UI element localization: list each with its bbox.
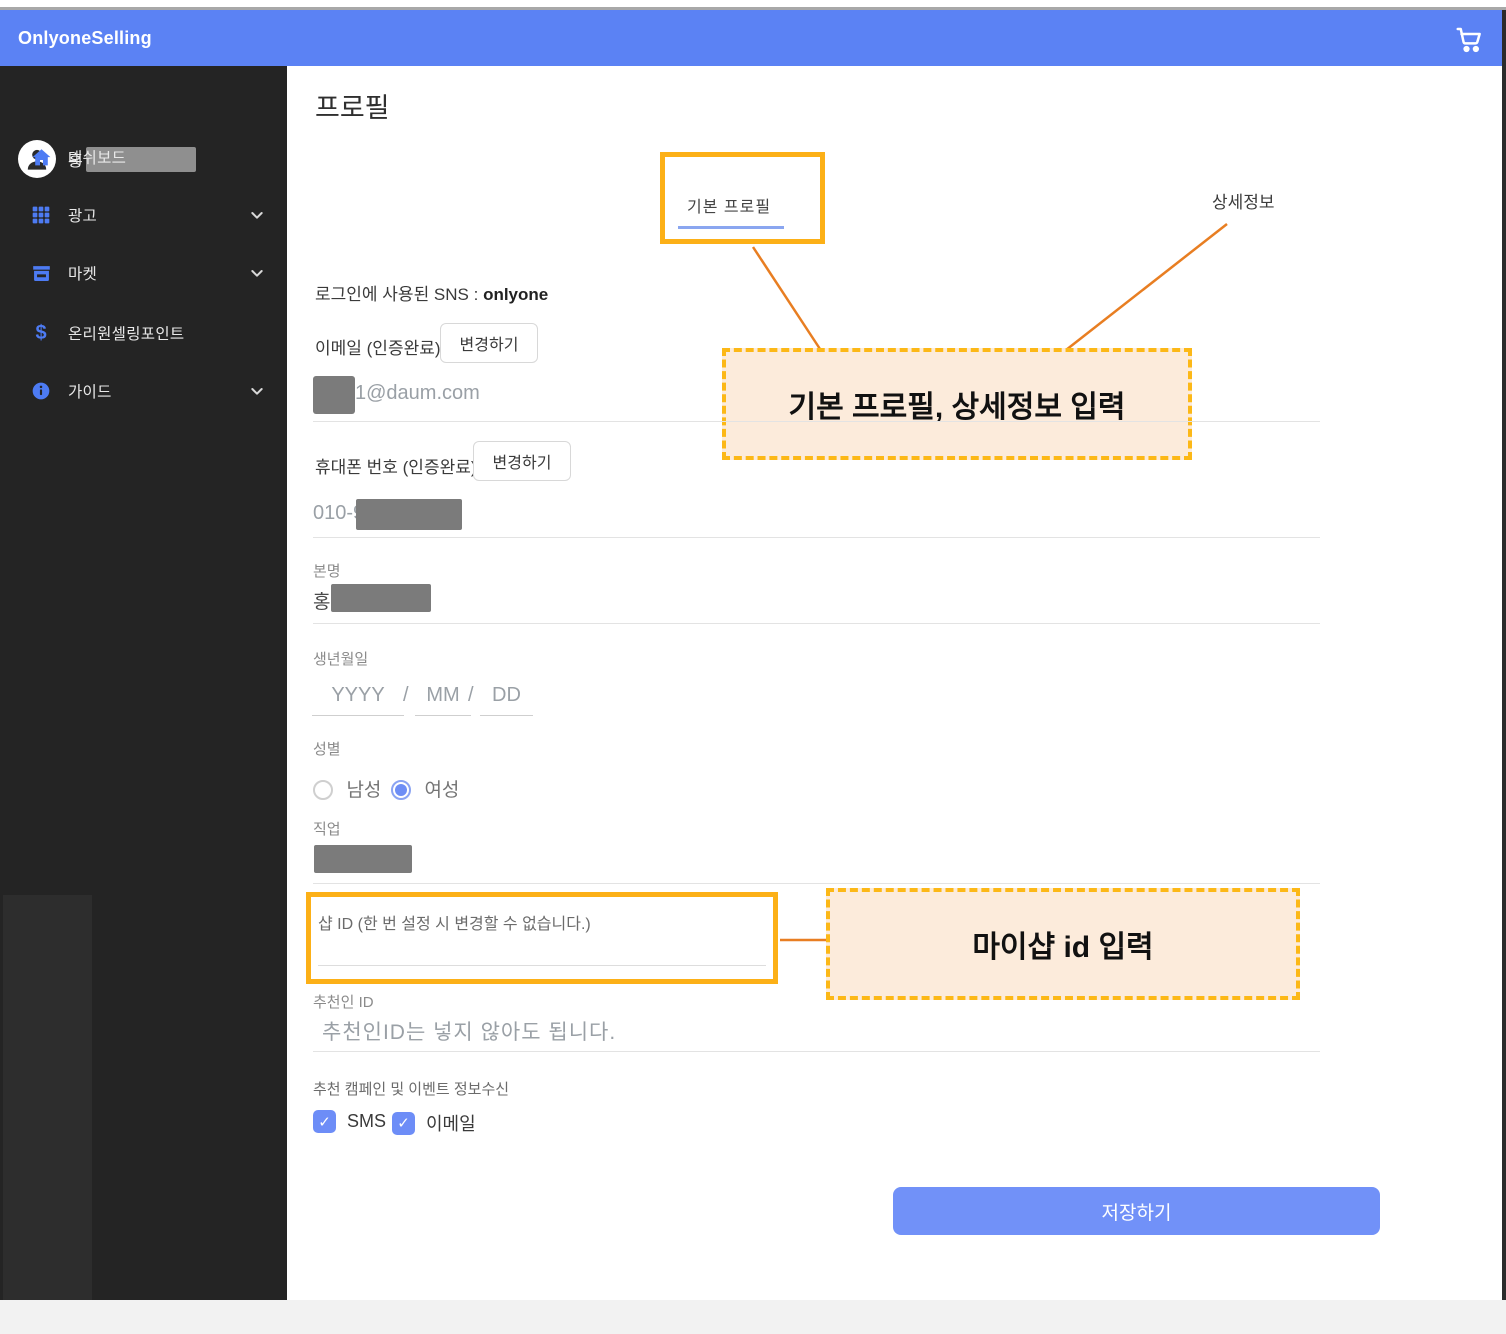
notify-option-sms[interactable]: ✓ SMS: [313, 1110, 386, 1133]
email-value: 1@daum.com: [355, 382, 480, 404]
birth-day-input[interactable]: DD: [480, 676, 533, 716]
gender-label: 성별: [313, 741, 341, 758]
tab-basic-profile[interactable]: 기본 프로필: [687, 193, 771, 217]
email-redaction: [313, 376, 355, 414]
referrer-label: 추천인 ID: [313, 994, 374, 1011]
notify-option-email[interactable]: ✓ 이메일: [392, 1110, 476, 1136]
tab-active-underline: [678, 226, 784, 229]
notify-label: 추천 캠페인 및 이벤트 정보수신: [313, 1081, 510, 1098]
job-input[interactable]: [313, 840, 1320, 884]
birth-year-input[interactable]: YYYY: [312, 676, 404, 716]
job-redaction: [314, 845, 412, 873]
sidebar-item-points[interactable]: $ 온리원셀링포인트: [0, 313, 287, 353]
sns-login-line: 로그인에 사용된 SNS : onlyone: [315, 285, 549, 304]
sidebar-item-guide[interactable]: 가이드: [0, 371, 287, 411]
store-icon: [30, 262, 52, 284]
chevron-down-icon: [251, 212, 263, 219]
gender-option-male[interactable]: 남성: [313, 775, 381, 805]
referrer-placeholder: 추천인ID는 넣지 않아도 됩니다.: [322, 1021, 617, 1044]
checkbox-checked-icon[interactable]: ✓: [313, 1110, 336, 1133]
shop-id-input[interactable]: 샵 ID (한 번 설정 시 변경할 수 없습니다.): [318, 900, 766, 966]
realname-value: 홍: [313, 592, 331, 613]
shop-id-placeholder: 샵 ID (한 번 설정 시 변경할 수 없습니다.): [318, 916, 591, 933]
home-icon: [30, 146, 52, 168]
window-bottom-strip: [0, 1300, 1506, 1334]
app-title: OnlyoneSelling: [18, 27, 152, 48]
checkbox-checked-icon[interactable]: ✓: [392, 1111, 415, 1135]
save-button[interactable]: 저장하기: [893, 1187, 1380, 1235]
radio-unchecked-icon[interactable]: [313, 780, 333, 800]
dollar-icon: $: [35, 321, 47, 344]
birth-separator: /: [468, 684, 474, 706]
phone-label: 휴대폰 번호 (인증완료): [315, 458, 477, 477]
grid-icon: [30, 204, 52, 226]
radio-checked-icon[interactable]: [391, 780, 411, 800]
window-right-edge: [1502, 10, 1506, 1300]
info-icon: [30, 380, 52, 402]
detail-info-label: 상세정보: [1212, 193, 1275, 212]
sidebar: 홍 대쉬보드 광고 마켓 $ 온리원셀링포인트 가이드: [0, 66, 287, 1300]
email-input[interactable]: 1@daum.com: [313, 372, 1320, 422]
sidebar-item-ads[interactable]: 광고: [0, 195, 287, 235]
realname-input[interactable]: 홍: [313, 578, 1320, 624]
sns-provider: onlyone: [483, 285, 549, 304]
cart-icon[interactable]: [1454, 24, 1484, 54]
window-top-strip: [0, 0, 1506, 7]
phone-change-button[interactable]: 변경하기: [473, 441, 571, 481]
sidebar-item-dashboard[interactable]: 대쉬보드: [0, 137, 287, 177]
sidebar-item-market[interactable]: 마켓: [0, 253, 287, 293]
chevron-down-icon: [251, 388, 263, 395]
chevron-down-icon: [251, 270, 263, 277]
referrer-input[interactable]: 추천인ID는 넣지 않아도 됩니다.: [313, 1010, 1320, 1052]
annotation-box-myshop: 마이샵 id 입력: [826, 888, 1300, 1000]
phone-redaction: [356, 499, 462, 530]
job-label: 직업: [313, 821, 341, 838]
email-change-button[interactable]: 변경하기: [440, 323, 538, 363]
phone-input[interactable]: 010-9: [313, 492, 1320, 538]
birth-label: 생년월일: [313, 651, 369, 668]
birth-separator: /: [403, 684, 409, 706]
realname-redaction: [331, 584, 431, 612]
page-title: 프로필: [315, 93, 390, 123]
app-header: OnlyoneSelling: [0, 10, 1506, 66]
birth-month-input[interactable]: MM: [415, 676, 471, 716]
gender-option-female[interactable]: 여성: [391, 775, 459, 805]
email-label: 이메일 (인증완료): [315, 339, 441, 358]
sidebar-panel-shade: [3, 895, 92, 1300]
